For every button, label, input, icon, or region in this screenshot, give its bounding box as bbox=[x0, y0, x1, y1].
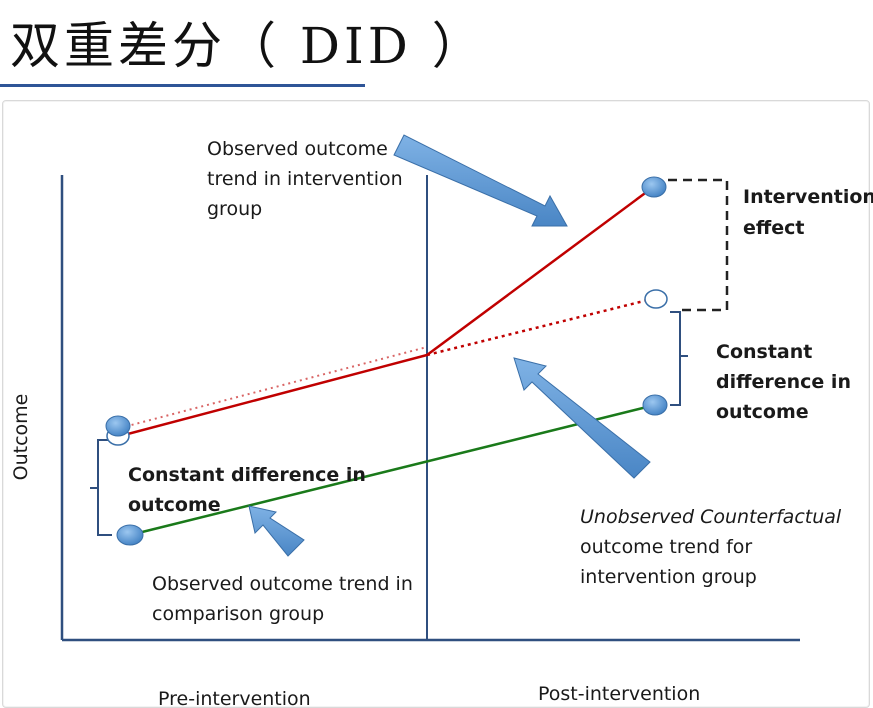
intervention-trend-label: Observed outcome trend in intervention g… bbox=[207, 138, 409, 220]
arrow-to-intervention-trend bbox=[393, 134, 568, 227]
intervention-trend-line1: Observed outcome bbox=[207, 138, 388, 160]
parallel-dotted-line bbox=[119, 346, 428, 429]
comparison-trend-label: Observed outcome trend in comparison gro… bbox=[152, 573, 419, 625]
counterfactual-label: Unobserved Counterfactual outcome trend … bbox=[580, 506, 847, 588]
counterfactual-line bbox=[426, 297, 653, 357]
comparison-trend-line2: comparison group bbox=[152, 603, 324, 625]
comparison-post-dot bbox=[642, 394, 668, 416]
intervention-effect-line1: Intervention bbox=[743, 186, 873, 208]
intervention-pre-line bbox=[119, 353, 428, 438]
intervention-post-dot bbox=[641, 176, 667, 198]
constant-difference-left-line2: outcome bbox=[128, 494, 221, 516]
arrow-to-comparison bbox=[248, 505, 305, 557]
did-diagram: Outcome Pre-intervention Post-interventi… bbox=[10, 134, 873, 708]
intervention-pre-dot bbox=[105, 415, 131, 437]
constant-difference-right-line1: Constant bbox=[716, 341, 812, 363]
intervention-effect-line2: effect bbox=[743, 217, 805, 239]
counterfactual-dot bbox=[644, 289, 668, 309]
counterfactual-line2: outcome trend for bbox=[580, 536, 752, 558]
x-label-pre: Pre-intervention bbox=[158, 688, 311, 708]
constant-difference-right-line2: difference in bbox=[716, 371, 851, 393]
intervention-trend-line2: trend in intervention bbox=[207, 168, 403, 190]
intervention-effect-label: Intervention effect bbox=[743, 186, 873, 239]
comparison-pre-dot bbox=[116, 524, 144, 546]
constant-difference-left-bracket bbox=[90, 439, 112, 536]
comparison-trend-line1: Observed outcome trend in bbox=[152, 573, 413, 595]
counterfactual-line3: intervention group bbox=[580, 566, 757, 588]
counterfactual-line1: Unobserved Counterfactual bbox=[580, 506, 842, 528]
constant-difference-right-label: Constant difference in outcome bbox=[716, 341, 858, 423]
arrow-to-counterfactual bbox=[513, 357, 651, 479]
constant-difference-left-line1: Constant difference in bbox=[128, 464, 366, 486]
constant-difference-right-line3: outcome bbox=[716, 401, 809, 423]
y-axis-label: Outcome bbox=[10, 394, 32, 481]
intervention-effect-bracket bbox=[668, 178, 729, 312]
intervention-trend-line3: group bbox=[207, 198, 262, 220]
constant-difference-right-bracket bbox=[670, 311, 688, 406]
x-label-post: Post-intervention bbox=[538, 683, 700, 705]
